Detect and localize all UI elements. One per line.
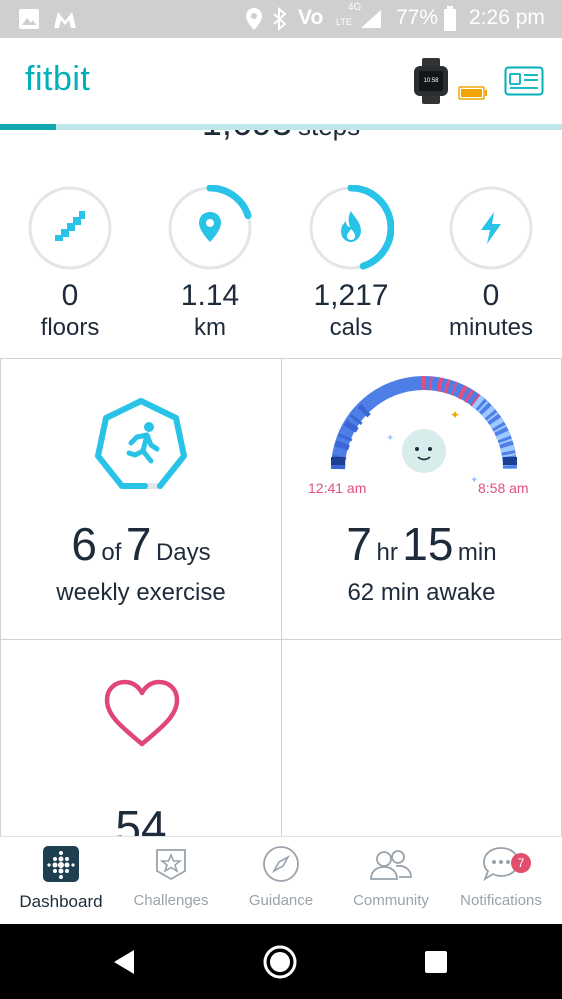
sleep-minutes: 15 (402, 518, 454, 570)
battery-icon (444, 6, 456, 31)
nav-guidance-label: Guidance (248, 892, 314, 909)
back-icon[interactable] (110, 948, 138, 976)
distance-value: 1.14 (180, 279, 240, 312)
exercise-heptagon (95, 398, 187, 489)
nav-challenges[interactable]: Challenges (115, 845, 227, 909)
nav-dashboard[interactable]: Dashboard (5, 845, 117, 912)
device-battery-icon (458, 86, 487, 100)
volte-label: Vo (298, 6, 324, 29)
account-card-icon[interactable] (504, 66, 544, 96)
distance-ring (167, 185, 253, 271)
app-header: fitbit 10:58 (0, 38, 562, 124)
compass-icon (263, 846, 299, 882)
watch-screen-time: 10:58 (423, 78, 439, 84)
nav-challenges-label: Challenges (133, 892, 209, 909)
bottom-navigation: Dashboard Challenges Guidance Community … (0, 836, 562, 925)
battery-percent: 77% (396, 6, 439, 29)
active-minutes-unit: minutes (448, 314, 534, 341)
active-minutes-ring (449, 186, 533, 270)
calories-unit: cals (329, 314, 373, 341)
gallery-icon (19, 9, 39, 29)
signal-icon (361, 10, 381, 28)
sleep-duration: 7 hr 15 min (282, 517, 561, 571)
nav-community[interactable]: Community (335, 845, 447, 909)
nav-guidance[interactable]: Guidance (225, 845, 337, 909)
distance-unit: km (194, 314, 226, 341)
heart-rate-value: 54 (115, 801, 167, 836)
resting-heart-rate: 54 (1, 800, 281, 836)
clock: 2:26 pm (469, 6, 545, 29)
flame-icon (341, 211, 361, 242)
exercise-days: 6 of 7 Days (1, 517, 281, 571)
star-badge-icon (156, 849, 186, 881)
status-bar: Vo 4G LTE 77% 2:26 pm (0, 0, 562, 38)
dashboard-content[interactable]: 1,693 steps 0 floors 1.14 km (0, 130, 562, 836)
stat-active-minutes[interactable]: 0 minutes (436, 185, 546, 343)
exercise-tile[interactable]: 6 of 7 Days weekly exercise (0, 358, 282, 640)
calories-value: 1,217 (313, 279, 389, 312)
watch-device-icon[interactable]: 10:58 (410, 58, 452, 104)
stairs-icon (55, 211, 85, 241)
stat-floors[interactable]: 0 floors (15, 185, 125, 343)
sparkle-icon: ✦ (450, 408, 460, 422)
lightning-icon (481, 212, 501, 244)
stat-calories[interactable]: 1,217 cals (296, 185, 406, 343)
location-icon (246, 8, 262, 30)
heart-rate-tile[interactable]: 54 (0, 639, 282, 836)
running-figure-icon (126, 422, 160, 464)
exercise-of-label: of (101, 539, 122, 566)
nav-notifications[interactable]: 7 Notifications (445, 845, 557, 909)
notification-badge: 7 (511, 853, 531, 873)
exercise-subtitle: weekly exercise (56, 579, 226, 606)
system-navigation-bar (0, 924, 562, 999)
empty-tile (281, 639, 562, 836)
dashboard-icon (43, 846, 79, 882)
people-icon (370, 850, 412, 880)
stat-distance[interactable]: 1.14 km (155, 185, 265, 343)
sleep-hours: 7 (346, 518, 373, 570)
exercise-days-label: Days (155, 539, 211, 566)
fitbit-logo: fitbit (25, 60, 91, 98)
heart-icon (104, 679, 180, 747)
m-app-icon (54, 12, 76, 28)
sleep-hr-label: hr (376, 539, 398, 566)
sleep-end-time: 8:58 am (478, 480, 529, 496)
steps-label: steps (298, 130, 360, 141)
nav-dashboard-label: Dashboard (19, 892, 103, 911)
bluetooth-icon (273, 7, 287, 31)
active-minutes-value: 0 (482, 279, 500, 312)
moon-face-icon (402, 429, 446, 473)
sleep-tile[interactable]: ✦ ✦ ✦ 12:41 am 8:58 am 7 hr 15 min 62 mi… (281, 358, 562, 640)
nav-notifications-label: Notifications (460, 892, 542, 909)
floors-unit: floors (40, 314, 100, 341)
calories-ring (308, 185, 394, 271)
steps-value: 1,693 (202, 130, 292, 143)
nav-community-label: Community (353, 892, 429, 909)
exercise-days-goal: 7 (125, 518, 152, 570)
sleep-start-time: 12:41 am (308, 480, 367, 496)
sleep-stages-arc: ✦ ✦ ✦ (331, 375, 517, 483)
sparkle-icon: ✦ (386, 433, 394, 444)
floors-ring (28, 186, 112, 270)
location-pin-icon (199, 212, 221, 242)
floors-value: 0 (61, 279, 79, 312)
home-icon[interactable] (262, 944, 298, 980)
lte-label: LTE (336, 17, 352, 27)
exercise-days-count: 6 (71, 518, 97, 570)
sleep-awake: 62 min awake (347, 579, 496, 606)
sleep-min-label: min (457, 539, 497, 566)
steps-summary[interactable]: 1,693 steps (0, 130, 562, 144)
recents-icon[interactable] (424, 950, 448, 974)
